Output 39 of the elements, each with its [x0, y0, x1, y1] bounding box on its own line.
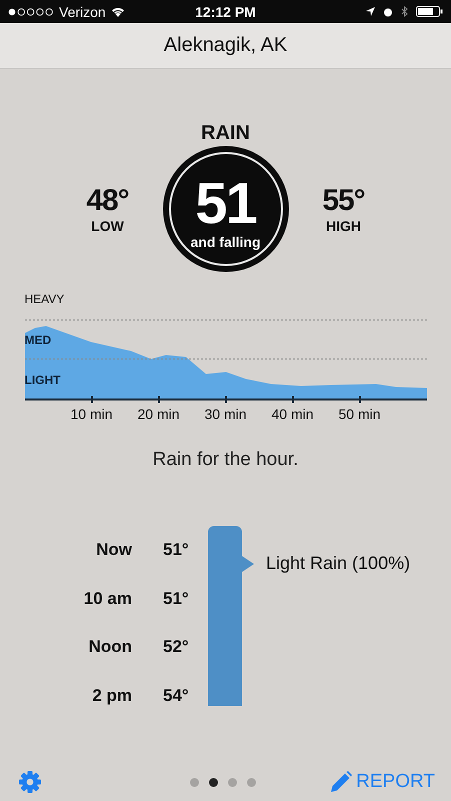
wifi-icon	[110, 6, 125, 17]
bluetooth-icon	[401, 6, 408, 17]
page-indicator-dot[interactable]	[247, 778, 256, 786]
axis-tick-label: 20 min	[137, 406, 180, 422]
condition-label: RAIN	[201, 122, 250, 145]
signal-icon	[8, 8, 54, 16]
page-indicator-dot[interactable]	[209, 778, 218, 786]
hour-temperature: 52°	[163, 637, 189, 658]
hour-label: 10 am	[82, 588, 132, 609]
status-time: 12:12 PM	[194, 4, 257, 20]
intensity-label: MED	[24, 332, 52, 349]
location-title: Aleknagik, AK	[164, 34, 288, 57]
low-label: LOW	[91, 218, 124, 234]
axis-tick-label: 50 min	[338, 406, 381, 422]
location-icon	[366, 7, 375, 16]
axis-tick-label: 30 min	[204, 406, 247, 422]
report-button[interactable]: REPORT	[330, 771, 435, 793]
hour-temperature: 51°	[163, 588, 189, 609]
axis-tick-label: 40 min	[271, 406, 314, 422]
high-label: HIGH	[326, 218, 361, 234]
forecast-label: Light Rain (100%)	[266, 553, 410, 574]
hour-label: Noon	[88, 637, 132, 658]
hour-label: Now	[95, 540, 132, 560]
current-temperature: 51	[195, 174, 256, 234]
page-indicator-dot[interactable]	[228, 778, 237, 786]
carrier-name: Verizon	[59, 4, 106, 20]
axis-tick-label: 10 min	[70, 406, 113, 422]
high-temperature: 55°	[322, 184, 365, 218]
low-temperature: 48°	[86, 184, 129, 218]
hour-temperature: 51°	[163, 540, 189, 560]
temperature-trend: and falling	[190, 234, 260, 250]
pencil-icon	[330, 771, 352, 793]
precipitation-summary: Rain for the hour.	[152, 449, 298, 471]
battery-icon	[416, 6, 443, 17]
page-indicator-dot[interactable]	[190, 778, 199, 786]
hour-temperature: 54°	[163, 686, 189, 706]
intensity-label: LIGHT	[24, 372, 60, 389]
intensity-label: HEAVY	[24, 291, 66, 308]
hour-label: 2 pm	[91, 686, 132, 706]
